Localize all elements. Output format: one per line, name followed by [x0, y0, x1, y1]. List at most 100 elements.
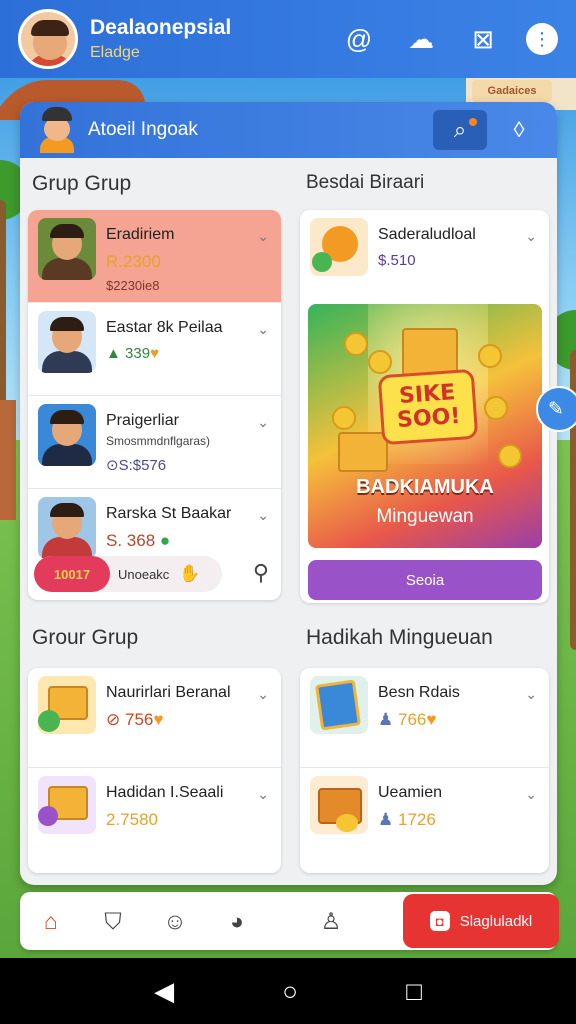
item-name: Ueamien [378, 784, 443, 801]
panel-header: Atoeil Ingoak ⌕ ◊ [20, 102, 557, 158]
check-icon: ● [159, 531, 171, 550]
heart-icon: ♥ [426, 710, 437, 729]
item-name: Saderaludloal [378, 226, 476, 243]
coupon-text: Unoeakc [118, 566, 170, 582]
cta-label: Slagluladkl [459, 912, 533, 930]
hand-icon: ✋ [179, 564, 201, 583]
item-price: $.510 [378, 252, 416, 269]
user-icon[interactable]: ♙ [300, 892, 362, 950]
shield-icon[interactable]: ⛉ [82, 892, 144, 950]
side-scroll-button[interactable]: ✎ [536, 386, 576, 432]
list-item[interactable]: Besn Rdais ♟ 766♥ ⌄ [300, 668, 549, 768]
item-thumbnail [38, 497, 96, 559]
chevron-down-icon[interactable]: ⌄ [257, 414, 269, 431]
chevron-down-icon[interactable]: ⌄ [257, 686, 269, 703]
item-name: Naurirlari Beranal [106, 684, 231, 701]
location-pin-icon[interactable]: ◊ [497, 110, 541, 150]
globe-icon[interactable]: ◕ [206, 892, 268, 950]
item-thumbnail [310, 218, 368, 276]
item-price: R.2300 [106, 252, 161, 271]
person-icon: ♟ [378, 710, 394, 729]
item-price: 339 [125, 345, 151, 362]
bottom-right-section-title: Hadikah Mingueuan [306, 626, 493, 649]
chevron-down-icon[interactable]: ⌄ [525, 686, 537, 703]
chat-icon[interactable]: ☺ [144, 892, 206, 950]
image-icon[interactable]: ⊠ [464, 20, 502, 58]
coupon-pill[interactable]: 10017 Unoeakc ✋ [34, 556, 222, 592]
home-icon[interactable]: ⌂ [20, 892, 82, 950]
item-subtext: $2230ie8 [106, 278, 160, 293]
menu-dots-icon[interactable]: ⋮ [526, 23, 558, 55]
app-subtitle: Eladge [90, 44, 140, 61]
item-price: 2.7580 [106, 810, 158, 829]
coin-icon: ⊙ [106, 457, 119, 474]
promo-button[interactable]: Seoia [308, 560, 542, 600]
list-item[interactable]: Eastar 8k Peilaa ▲ 339♥ ⌄ [28, 303, 281, 396]
promo-burst-line2: SOO! [396, 403, 462, 434]
notification-dot [469, 118, 477, 126]
coupon-tag: 10017 [34, 556, 110, 592]
chevron-down-icon[interactable]: ⌄ [257, 321, 269, 338]
chevron-down-icon[interactable]: ⌄ [525, 228, 537, 245]
panel-title: Atoeil Ingoak [88, 119, 198, 140]
chevron-down-icon[interactable]: ⌄ [257, 228, 269, 245]
heart-icon: ♥ [153, 710, 164, 729]
app-header: Dealaonepsial Eladge @ ☁ ⊠ ⋮ [0, 0, 576, 78]
mascot-icon [36, 107, 78, 153]
chevron-down-icon[interactable]: ⌄ [525, 786, 537, 803]
back-icon[interactable]: ◀ [154, 976, 174, 1007]
item-thumbnail [38, 404, 96, 466]
left-section-title: Grup Grup [32, 172, 132, 195]
promo-subtitle: Minguewan [376, 506, 474, 527]
item-price: S:$576 [118, 457, 167, 474]
item-price: 766 [397, 710, 427, 729]
swirl-icon[interactable]: @ [340, 20, 378, 58]
chevron-down-icon[interactable]: ⌄ [257, 507, 269, 524]
item-thumbnail [38, 218, 96, 280]
promo-title: BADKIAMUKA [356, 476, 494, 498]
header-title-group: Dealaonepsial Eladge [90, 16, 316, 62]
cloud-gear-icon[interactable]: ☁ [402, 20, 440, 58]
home-circle-icon[interactable]: ○ [282, 976, 298, 1007]
avatar[interactable] [18, 9, 78, 69]
pencil-icon: ✎ [548, 398, 564, 420]
item-name: Eastar 8k Peilaa [106, 319, 223, 336]
system-nav-bar: ◀ ○ □ [0, 958, 576, 1024]
heart-icon: ♥ [150, 345, 159, 362]
promo-burst: SIKE SOO! [377, 368, 479, 446]
item-name: Praigerliar [106, 412, 179, 429]
right-section-title: Besdai Biraari [306, 172, 425, 193]
list-item[interactable]: Hadidan I.Seaali 2.7580 ⌄ [28, 768, 281, 868]
camera-icon: ◘ [429, 911, 450, 931]
right-promo-card: Saderaludloal $.510 ⌄ SIKE SOO! BADKIAMU… [300, 210, 549, 603]
chevron-down-icon[interactable]: ⌄ [257, 786, 269, 803]
item-price: 756 [124, 710, 154, 729]
list-item[interactable]: Saderaludloal $.510 ⌄ [300, 210, 549, 296]
bottom-left-section-title: Grour Grup [32, 626, 139, 649]
item-price: S. 368 [106, 531, 156, 550]
item-thumbnail [38, 311, 96, 373]
item-thumbnail [38, 676, 96, 734]
item-name: Eradiriem [106, 226, 175, 243]
whistle-icon[interactable]: ⚲ [253, 560, 269, 586]
bottom-left-card: Naurirlari Beranal ⊘ 756♥ ⌄ Hadidan I.Se… [28, 668, 281, 873]
list-item[interactable]: Ueamien ♟ 1726 ⌄ [300, 768, 549, 868]
item-thumbnail [38, 776, 96, 834]
cta-button[interactable]: ◘ Slagluladkl [403, 894, 559, 948]
main-panel: Atoeil Ingoak ⌕ ◊ Grup Grup Besdai Biraa… [20, 102, 557, 885]
arrow-up-icon: ▲ [106, 345, 121, 362]
list-item[interactable]: Praigerliar Smosmmdnflgaras) ⊙S:$576 ⌄ [28, 396, 281, 489]
promo-banner[interactable]: SIKE SOO! BADKIAMUKA Minguewan [308, 304, 542, 548]
item-name: Rarska St Baakar [106, 505, 232, 522]
item-price: 1726 [397, 810, 436, 829]
list-item[interactable]: Eradiriem R.2300 $2230ie8 ⌄ [28, 210, 281, 303]
search-button[interactable]: ⌕ [433, 110, 487, 150]
bottom-right-card: Besn Rdais ♟ 766♥ ⌄ Ueamien ♟ 1726 ⌄ [300, 668, 549, 873]
person-icon: ♟ [378, 810, 394, 829]
app-title: Dealaonepsial [90, 16, 232, 39]
list-item[interactable]: Naurirlari Beranal ⊘ 756♥ ⌄ [28, 668, 281, 768]
left-list-card: Eradiriem R.2300 $2230ie8 ⌄ Eastar 8k Pe… [28, 210, 281, 600]
item-name: Hadidan I.Seaali [106, 784, 224, 801]
recents-icon[interactable]: □ [406, 976, 422, 1007]
item-thumbnail [310, 776, 368, 834]
